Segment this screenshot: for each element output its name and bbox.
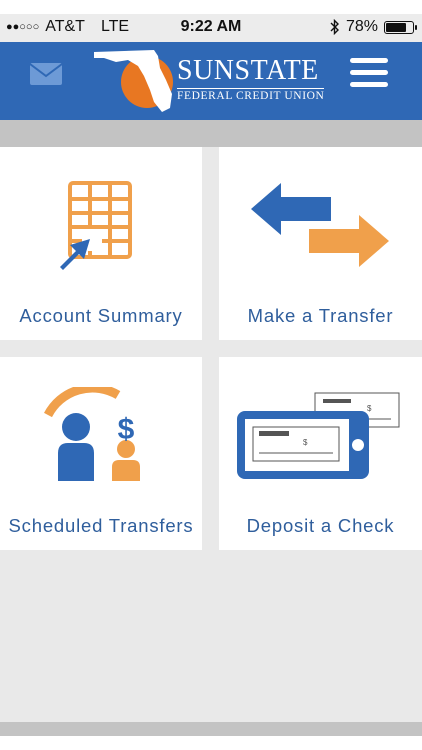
tile-label-account-summary: Account Summary — [19, 305, 183, 326]
menu-line — [350, 70, 388, 75]
florida-logo-icon — [94, 50, 173, 112]
app-screen: ●●○○○ AT&T LTE 9:22 AM 78% SunState FE — [0, 0, 422, 750]
battery-icon — [384, 20, 417, 34]
sunstate-logo: SunState FEDERAL CREDIT UNION — [92, 46, 325, 116]
battery-fill — [386, 22, 407, 32]
scheduled-transfers-tile[interactable]: $ Scheduled Transfers — [0, 357, 202, 550]
make-transfer-tile[interactable]: Make a Transfer — [219, 147, 422, 340]
mail-icon[interactable] — [29, 62, 63, 86]
svg-text:$: $ — [303, 438, 308, 447]
tile-label-make-transfer: Make a Transfer — [247, 305, 394, 326]
tile-label-deposit-check: Deposit a Check — [246, 515, 395, 536]
menu-line — [350, 58, 388, 63]
account-summary-icon — [60, 181, 132, 270]
status-right: 78% — [330, 18, 417, 36]
logo-text: SunState FEDERAL CREDIT UNION — [177, 55, 325, 102]
logo-name: SunState — [177, 55, 319, 86]
account-summary-tile[interactable]: Account Summary — [0, 147, 202, 340]
bluetooth-icon — [330, 19, 339, 35]
battery-percent: 78% — [345, 18, 378, 35]
header-divider — [0, 120, 422, 147]
app-header: SunState FEDERAL CREDIT UNION — [0, 42, 422, 120]
transfer-arrows-icon — [251, 183, 389, 267]
svg-text:$: $ — [118, 413, 135, 446]
hamburger-menu-icon[interactable] — [350, 58, 388, 88]
deposit-check-tile[interactable]: $ $ Deposit a Check — [219, 357, 422, 550]
svg-text:$: $ — [367, 404, 372, 413]
tile-label-scheduled-transfers: Scheduled Transfers — [8, 515, 194, 536]
scheduled-transfers-icon: $ — [44, 387, 140, 481]
menu-line — [350, 82, 388, 87]
status-bar: ●●○○○ AT&T LTE 9:22 AM 78% — [0, 14, 422, 42]
logo-subtitle: FEDERAL CREDIT UNION — [177, 88, 325, 102]
menu-grid: Account Summary Make a Transfer $ Schedu… — [0, 147, 422, 722]
footer-divider — [0, 722, 422, 736]
deposit-check-icon: $ $ — [237, 392, 400, 479]
